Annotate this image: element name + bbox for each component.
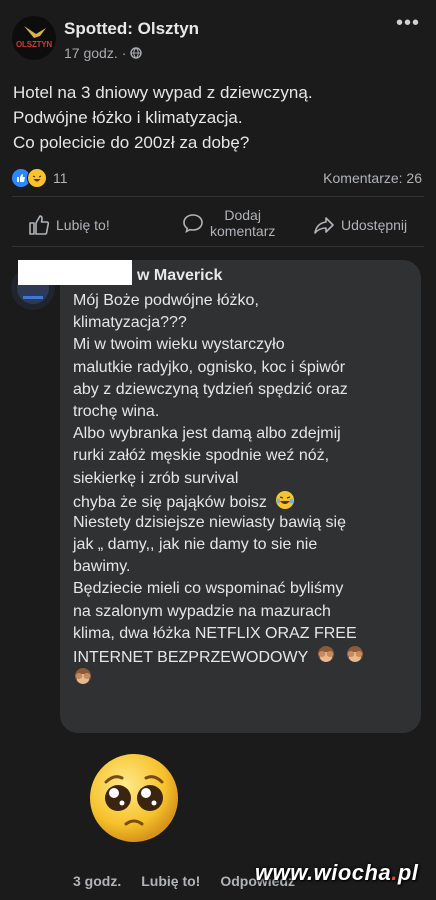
post-text: Hotel na 3 dniowy wypad z dziewczyną. Po… [13,80,423,155]
comment-label-line1: Dodaj [224,207,261,223]
avatar-badge [23,296,43,299]
watermark-name: wiocha [313,860,392,885]
laughing-tears-emoji-icon [276,490,295,509]
comment-line: siekierkę i zrób survival [73,469,239,487]
comment-like-button[interactable]: Lubię to! [141,873,200,889]
comment-line: malutkie radyjko, ognisko, koc i śpiwór [73,358,346,376]
thumbs-up-icon [29,215,50,235]
reactions-summary[interactable]: 11 [12,168,68,188]
comment-bubble-icon [183,214,203,234]
comment-label: Dodaj komentarz [210,207,275,239]
divider [12,196,424,197]
watermark-dot: . [391,860,398,885]
comment-button[interactable]: Dodaj komentarz [182,207,275,239]
watermark-suffix: pl [397,860,419,885]
see-no-evil-monkey-icon [75,668,91,685]
logo-text: OLSZTYN [16,40,52,49]
comment-line: Albo wybranka jest damą albo zdejmij [73,425,341,443]
page-avatar[interactable]: OLSZTYN [12,16,56,60]
post-time[interactable]: 17 godz. [64,45,118,61]
post-line: Co polecicie do 200zł za dobę? [13,133,250,152]
comment-line: chyba że się pająków boisz [73,493,267,511]
comment-line: Będziecie mieli co wspominać byliśmy [73,580,344,598]
comment-line: bawimy. [73,558,131,576]
logo-icon [24,26,46,38]
divider [12,246,424,247]
post-line: Podwójne łóżko i klimatyzacja. [13,108,243,127]
comments-count[interactable]: Komentarze: 26 [323,170,422,186]
comment-line: aby z dziewczyną tydzień spędzić oraz [73,380,348,398]
comment-text: Mój Boże podwójne łóżko, klimatyzacja???… [73,290,365,689]
haha-reaction-icon [27,168,47,188]
see-no-evil-monkey-icon [318,646,335,662]
watermark: www.wiocha.pl [255,860,418,886]
globe-icon [130,47,143,59]
pleading-face-emoji-icon [90,754,178,842]
comment-line: rurki załóż męskie spodnie weź nóż, [73,447,330,465]
post-line: Hotel na 3 dniowy wypad z dziewczyną. [13,83,313,102]
comment-line-with-emoji: INTERNET BEZPRZEWODOWY [73,645,365,667]
comment-line: Mi w twoim wieku wystarczyło [73,336,285,354]
comment-line: klimatyzacja??? [73,314,187,332]
see-no-evil-monkey-icon [346,646,363,662]
watermark-prefix: www. [255,860,314,885]
comment-line: na szalonym wypadzie na mazurach [73,602,331,620]
post-meta: 17 godz. · [64,45,143,61]
comment-line: Mój Boże podwójne łóżko, [73,292,259,309]
comment-time[interactable]: 3 godz. [73,873,121,889]
comment-line-with-emoji: chyba że się pająków boisz [73,490,365,512]
separator: · [121,45,127,61]
comment-line: INTERNET BEZPRZEWODOWY [73,649,308,666]
page-name[interactable]: Spotted: Olsztyn [64,19,199,39]
comment-line: Niestety dzisiejsze niewiasty bawią się [73,513,346,531]
comment-author[interactable]: w Maverick [137,267,222,285]
comment-line: jak „ damy,, jak nie damy to sie nie [73,536,318,554]
share-label: Udostępnij [341,217,408,233]
comment-line: klima, dwa łóżka NETFLIX ORAZ FREE [73,624,357,642]
share-arrow-icon [314,217,334,234]
more-options-icon[interactable]: ••• [396,12,420,35]
reaction-count: 11 [53,170,68,186]
like-label: Lubię to! [56,217,110,233]
comment-label-line2: komentarz [210,223,276,239]
comment-line: trochę wina. [73,402,160,420]
like-button[interactable]: Lubię to! [28,214,110,236]
share-button[interactable]: Udostępnij [313,214,407,236]
comment-line-with-emoji [73,667,365,689]
censor-box [18,260,132,285]
